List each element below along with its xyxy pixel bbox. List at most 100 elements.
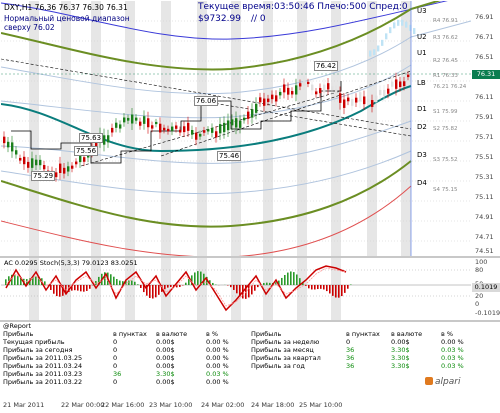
ac-bar — [350, 284, 352, 285]
candle-body — [299, 83, 302, 87]
label-d3: D3 — [417, 151, 427, 159]
report-right-cell: Прибыль за квартал — [251, 354, 321, 362]
terminal-window: DXY,H1 76.36 76.37 76.30 76.31 Нормальны… — [0, 0, 500, 413]
candle-body — [343, 99, 346, 108]
candle-body — [195, 132, 198, 140]
x-tick: 22 Mar 16:00 — [101, 401, 145, 409]
projection-candle — [381, 39, 384, 46]
label-d2: D2 — [417, 123, 427, 131]
ac-bar — [53, 285, 55, 294]
report-left-cell: 36 — [113, 370, 122, 378]
report-left-cell: Прибыль за сегодня — [3, 346, 73, 354]
candle-body — [135, 117, 138, 121]
ac-bar — [83, 285, 85, 292]
y-tick: 74.91 — [475, 213, 494, 221]
report-left-cell: 0 — [113, 338, 118, 346]
report-left-cell: 0.00$ — [156, 354, 175, 362]
label-u1: U1 — [417, 49, 427, 57]
candle-body — [191, 130, 194, 135]
level-s3: S3 75.52 — [433, 157, 458, 163]
indicator-pane[interactable]: AC 0.0295 Stoch(5,3,3) 79.0123 83.0251 — [1, 258, 471, 320]
candle-body — [319, 88, 322, 94]
ac-bar — [74, 285, 76, 291]
candle-body — [103, 135, 106, 145]
ac-bar — [344, 285, 346, 293]
info-equity: $9732.99 — [198, 14, 241, 24]
ac-bar — [257, 285, 259, 288]
report-left-cell: 0.00$ — [156, 346, 175, 354]
candle-body — [143, 116, 146, 124]
report-left-cell: 0 — [113, 346, 118, 354]
ac-bar — [134, 281, 136, 285]
level-r1: R1 76.33 — [433, 73, 458, 79]
ind-tick: 100 — [475, 258, 488, 266]
candle-body — [407, 74, 410, 78]
report-left-header: в пунктах — [113, 330, 147, 338]
candle-body — [367, 98, 370, 102]
ac-bar — [197, 271, 199, 285]
y-tick: 75.11 — [475, 193, 494, 201]
ac-bar — [59, 285, 61, 297]
candle-body — [75, 161, 78, 165]
candle-body — [31, 158, 34, 168]
price-annotation: 76.06 — [194, 96, 219, 106]
candle-body — [131, 114, 134, 124]
ac-bar — [116, 279, 118, 285]
y-tick: 76.11 — [475, 93, 494, 101]
projection-candle — [405, 21, 408, 28]
candle-body — [107, 135, 110, 143]
x-tick: 24 Mar 18:00 — [251, 401, 295, 409]
candle-body — [63, 167, 66, 174]
candle-body — [223, 122, 226, 133]
price-chart-svg — [1, 1, 471, 256]
ac-bar — [314, 285, 316, 290]
report-left-cell: Текущая прибыль — [3, 338, 65, 346]
candle-body — [3, 136, 6, 144]
label-u2: U2 — [417, 33, 427, 41]
candle-body — [55, 172, 58, 178]
candle-body — [27, 161, 30, 168]
projection-candle — [385, 33, 388, 40]
ac-bar — [80, 285, 82, 292]
ac-bar — [317, 285, 319, 290]
candle-body — [371, 100, 374, 107]
candle-body — [279, 91, 282, 96]
candle-body — [243, 117, 246, 121]
label-d1: D1 — [417, 105, 427, 113]
ac-bar — [119, 280, 121, 285]
ac-bar — [50, 285, 52, 290]
price-chart-pane[interactable]: DXY,H1 76.36 76.37 76.30 76.31 Нормальны… — [1, 1, 471, 256]
candle-body — [59, 163, 62, 174]
ac-bar — [164, 285, 166, 290]
indicator-value-label: 0.1019 — [472, 283, 500, 292]
report-left-cell: 0.00 % — [206, 338, 229, 346]
price-annotation: 76.42 — [314, 61, 339, 71]
projection-candle — [389, 27, 392, 34]
ac-bar — [284, 275, 286, 285]
candle-body — [211, 127, 214, 133]
candle-body — [115, 122, 118, 128]
report-left-cell: 0.00 % — [206, 346, 229, 354]
alpari-logo: alpari — [425, 377, 460, 387]
ac-bar — [212, 282, 214, 285]
report-left-header: в валюте — [156, 330, 188, 338]
report-right-cell: 3.30$ — [391, 362, 410, 370]
projection-candle — [393, 22, 396, 29]
x-tick: 25 Mar 10:00 — [299, 401, 343, 409]
candle-body — [119, 124, 122, 129]
candle-body — [391, 81, 394, 87]
candle-body — [179, 129, 182, 133]
ac-bar — [233, 285, 235, 290]
candle-body — [7, 141, 10, 148]
projection-candle — [413, 28, 416, 35]
candle-body — [263, 98, 266, 106]
ac-bar — [167, 285, 169, 288]
candle-body — [387, 88, 390, 94]
x-tick: 24 Mar 02:00 — [201, 401, 245, 409]
report-right-cell: 36 — [346, 354, 355, 362]
candle-body — [295, 85, 298, 95]
candle-body — [339, 93, 342, 103]
ac-bar — [131, 280, 133, 285]
report-right-cell: 0 — [346, 338, 351, 346]
candle-body — [183, 126, 186, 133]
